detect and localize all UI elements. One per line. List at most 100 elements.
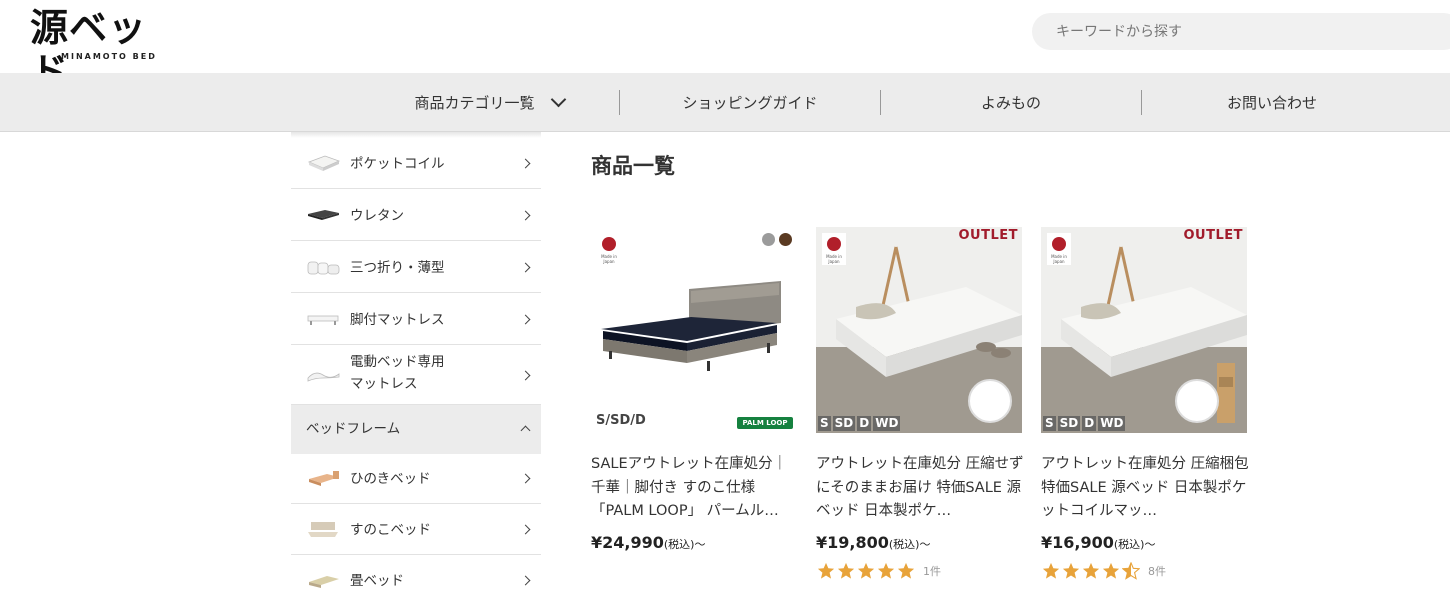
size-tag: S [818, 416, 831, 431]
size-tag: WD [1098, 416, 1126, 431]
product-price: ¥24,990(税込)〜 [591, 533, 705, 552]
size-tag: S [1043, 416, 1056, 431]
sidebar-item-legged-mattress[interactable]: 脚付マットレス [291, 294, 541, 345]
chevron-down-icon [550, 91, 566, 108]
rating-stars: 1件 [817, 562, 941, 580]
site-logo[interactable]: 源ベッド MINAMOTO BED [30, 6, 180, 94]
chevron-right-icon [520, 370, 531, 381]
logo-sub-text: MINAMOTO BED [61, 52, 157, 61]
review-count[interactable]: 8件 [1148, 563, 1166, 579]
made-in-japan-badge: Made in Japan [1047, 233, 1071, 265]
category-sidebar: ポケットコイル ウレタン 三つ折り・薄型 脚付マットレス 電動ベッド専用 マット… [291, 132, 541, 589]
sidebar-item-electric-bed-mattress[interactable]: 電動ベッド専用 マットレス [291, 346, 541, 405]
price-tax-label: (税込)〜 [663, 538, 706, 551]
sidebar-item-hinoki-bed[interactable]: ひのきベッド [291, 454, 541, 504]
chevron-right-icon [520, 314, 531, 325]
search-input[interactable] [1032, 13, 1450, 50]
product-card[interactable]: Made in Japan OUTLET S SD D WD アウトレット在庫処… [1041, 227, 1249, 587]
spec-badge-icon [968, 379, 1012, 423]
bed-frame-photo [601, 281, 781, 371]
nav-label: よみもの [980, 94, 1041, 112]
product-card[interactable]: Made in Japan OUTLET S SD D WD アウトレット在庫処… [816, 227, 1024, 587]
sunoko-bed-icon [308, 522, 338, 537]
nav-label: 商品カテゴリ一覧 [414, 94, 535, 112]
star-full-icon [817, 562, 835, 579]
sidebar-item-label: ウレタン [350, 208, 404, 224]
urethane-mattress-icon [308, 210, 339, 220]
size-tag: D [1082, 416, 1097, 431]
product-card[interactable]: Made in Japan S/SD/D PALM LOOP SALEアウトレッ… [591, 227, 797, 587]
sidebar-item-tatami-bed[interactable]: 畳ベッド [291, 556, 541, 589]
sidebar-item-label: 畳ベッド [350, 573, 404, 589]
palm-loop-badge: PALM LOOP [737, 417, 793, 429]
color-swatch-brown[interactable] [779, 233, 792, 246]
product-image[interactable]: Made in Japan S/SD/D PALM LOOP [591, 227, 797, 433]
product-image[interactable]: Made in Japan OUTLET S SD D WD [1041, 227, 1247, 433]
product-title[interactable]: SALEアウトレット在庫処分｜千華｜脚付き すのこ仕様「PALM LOOP」 パ… [591, 453, 801, 524]
sidebar-item-label: ポケットコイル [350, 156, 445, 172]
made-in-japan-badge: Made in Japan [597, 233, 621, 265]
price-tax-label: (税込)〜 [1113, 538, 1156, 551]
product-price: ¥16,900(税込)〜 [1041, 533, 1155, 552]
star-full-icon [897, 562, 915, 579]
site-header: 源ベッド MINAMOTO BED [0, 0, 1450, 94]
color-swatch-gray[interactable] [762, 233, 775, 246]
chevron-right-icon [520, 473, 531, 484]
product-title[interactable]: アウトレット在庫処分 圧縮せずにそのままお届け 特価SALE 源ベッド 日本製ポ… [816, 453, 1026, 524]
nav-shopping-guide[interactable]: ショッピングガイド [620, 73, 880, 132]
sidebar-item-label: ひのきベッド [350, 471, 431, 487]
sidebar-item-label: 脚付マットレス [350, 312, 445, 328]
price-tax-label: (税込)〜 [888, 538, 931, 551]
size-tag: WD [873, 416, 901, 431]
star-full-icon [1102, 562, 1120, 579]
product-sizes: S/SD/D [596, 413, 646, 428]
sidebar-item-urethane[interactable]: ウレタン [291, 190, 541, 241]
rating-stars: 8件 [1042, 562, 1166, 580]
product-image[interactable]: Made in Japan OUTLET S SD D WD [816, 227, 1022, 433]
outlet-badge: OUTLET [958, 228, 1018, 243]
chevron-right-icon [520, 210, 531, 221]
size-tags: S SD D WD [1043, 416, 1127, 431]
search-box[interactable] [1032, 13, 1450, 50]
hinoki-bed-icon [309, 471, 339, 486]
size-tag: D [857, 416, 872, 431]
nav-articles[interactable]: よみもの [881, 73, 1141, 132]
star-full-icon [1082, 562, 1100, 579]
price-value: ¥24,990 [591, 533, 664, 552]
sidebar-item-pocket-coil[interactable]: ポケットコイル [291, 138, 541, 189]
chevron-right-icon [520, 158, 531, 169]
sidebar-item-label-line2: マットレス [350, 376, 418, 392]
made-in-japan-badge: Made in Japan [822, 233, 846, 265]
sidebar-item-label: 三つ折り・薄型 [350, 260, 445, 276]
product-price: ¥19,800(税込)〜 [816, 533, 930, 552]
price-value: ¥16,900 [1041, 533, 1114, 552]
product-title[interactable]: アウトレット在庫処分 圧縮梱包 特価SALE 源ベッド 日本製ポケットコイルマッ… [1041, 453, 1251, 524]
chevron-right-icon [520, 575, 531, 586]
star-full-icon [857, 562, 875, 579]
star-full-icon [1042, 562, 1060, 579]
sidebar-item-label: すのこベッド [350, 522, 431, 538]
electric-bed-mattress-icon [307, 372, 340, 382]
nav-label: お問い合わせ [1226, 94, 1317, 112]
sidebar-item-trifold[interactable]: 三つ折り・薄型 [291, 242, 541, 293]
chevron-right-icon [520, 262, 531, 273]
size-tag: SD [832, 416, 856, 431]
review-count[interactable]: 1件 [923, 563, 941, 579]
size-tags: S SD D WD [818, 416, 902, 431]
page-title: 商品一覧 [591, 154, 675, 178]
legged-mattress-icon [307, 315, 339, 325]
nav-product-categories[interactable]: 商品カテゴリ一覧 [360, 73, 618, 132]
tatami-bed-icon [309, 576, 339, 588]
nav-label: ショッピングガイド [682, 94, 818, 112]
sidebar-item-sunoko-bed[interactable]: すのこベッド [291, 505, 541, 555]
sidebar-section-bed-frame[interactable]: ベッドフレーム [291, 405, 541, 454]
pocket-coil-mattress-icon [307, 155, 341, 171]
star-full-icon [877, 562, 895, 579]
nav-contact[interactable]: お問い合わせ [1142, 73, 1402, 132]
star-full-icon [837, 562, 855, 579]
star-half-icon [1122, 562, 1140, 580]
sidebar-section-label: ベッドフレーム [306, 421, 401, 437]
chevron-right-icon [520, 524, 531, 535]
star-full-icon [1062, 562, 1080, 579]
outlet-badge: OUTLET [1183, 228, 1243, 243]
